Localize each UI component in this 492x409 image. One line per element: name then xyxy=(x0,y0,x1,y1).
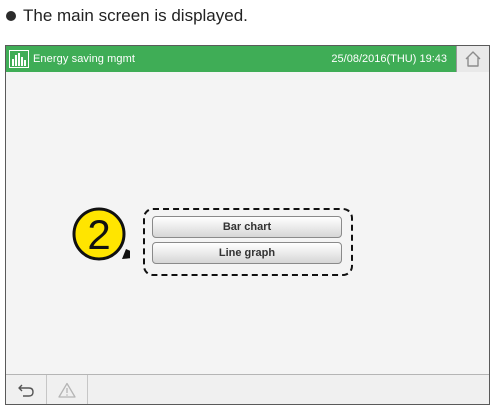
device-screen: Energy saving mgmt 25/08/2016(THU) 19:43… xyxy=(5,45,490,405)
bottom-bar xyxy=(6,374,489,404)
bullet-icon xyxy=(6,11,16,21)
bar-chart-button[interactable]: Bar chart xyxy=(152,216,342,238)
step-number: 2 xyxy=(87,211,110,258)
main-area: Bar chart Line graph 2 xyxy=(6,72,489,377)
instruction-caption: The main screen is displayed. xyxy=(4,4,248,28)
warning-icon xyxy=(58,382,76,398)
back-button[interactable] xyxy=(6,375,47,404)
home-icon xyxy=(465,51,481,67)
step-number-badge: 2 xyxy=(72,207,130,261)
app-title: Energy saving mgmt xyxy=(33,53,136,65)
warning-button xyxy=(47,375,88,404)
back-arrow-icon xyxy=(18,384,34,397)
bar-chart-icon xyxy=(9,50,29,68)
date-time: 25/08/2016(THU) 19:43 xyxy=(331,53,447,65)
line-graph-button[interactable]: Line graph xyxy=(152,242,342,264)
title-bar: Energy saving mgmt 25/08/2016(THU) 19:43 xyxy=(6,46,489,72)
caption-text: The main screen is displayed. xyxy=(23,6,248,25)
home-button[interactable] xyxy=(456,46,489,72)
